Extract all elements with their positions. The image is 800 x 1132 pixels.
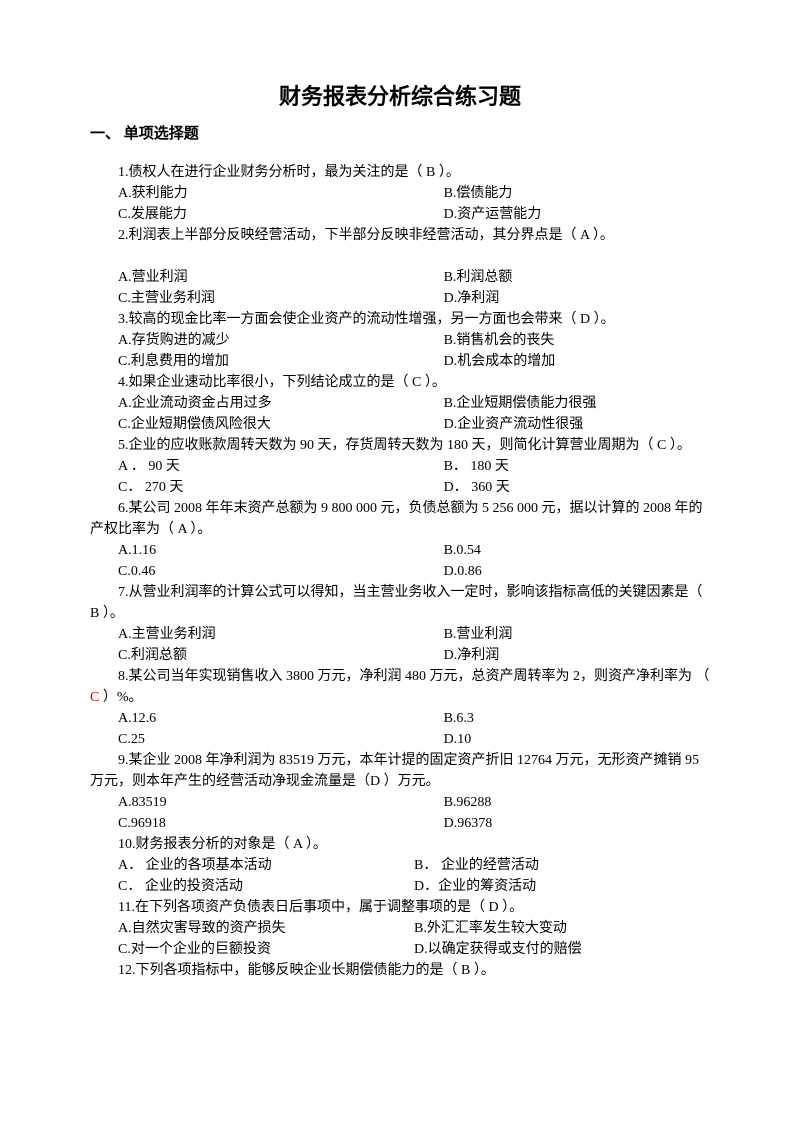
q8-text: 8.某公司当年实现销售收入 3800 万元，净利润 480 万元，总资产周转率为… <box>90 666 710 708</box>
q5-opt-b: B． 180 天 <box>444 456 710 477</box>
q10-opt-d: D．企业的筹资活动 <box>414 876 710 897</box>
q9-opt-a: A.83519 <box>118 792 444 813</box>
q9-opt-d: D.96378 <box>444 813 710 834</box>
q10-opt-c: C． 企业的投资活动 <box>118 876 414 897</box>
q2-opt-a: A.营业利润 <box>118 267 444 288</box>
q8-opt-d: D.10 <box>444 729 710 750</box>
q7-text: 7.从营业利润率的计算公式可以得知，当主营业务收入一定时，影响该指标高低的关键因… <box>90 582 710 624</box>
q10-opt-b: B． 企业的经营活动 <box>414 855 710 876</box>
q8-opt-a: A.12.6 <box>118 708 444 729</box>
q4-opt-a: A.企业流动资金占用过多 <box>118 393 444 414</box>
q2-opt-c: C.主营业务利润 <box>118 288 444 309</box>
q10-text: 10.财务报表分析的对象是（ A ）。 <box>90 834 710 855</box>
q4-opt-b: B.企业短期偿债能力很强 <box>444 393 710 414</box>
q11-opt-c: C.对一个企业的巨额投资 <box>118 939 414 960</box>
q2-opt-d: D.净利润 <box>444 288 710 309</box>
q1-opt-b: B.偿债能力 <box>444 183 710 204</box>
q9-opt-c: C.96918 <box>118 813 444 834</box>
q12-text: 12.下列各项指标中，能够反映企业长期偿债能力的是（ B ）。 <box>90 960 710 981</box>
q1-opt-c: C.发展能力 <box>118 204 444 225</box>
q4-opt-d: D.企业资产流动性很强 <box>444 414 710 435</box>
q3-opt-a: A.存货购进的减少 <box>118 330 444 351</box>
q7-opt-a: A.主营业务利润 <box>118 624 444 645</box>
q6-opt-c: C.0.46 <box>118 561 444 582</box>
q3-opt-b: B.销售机会的丧失 <box>444 330 710 351</box>
q8-answer: C <box>90 690 99 705</box>
q11-text: 11.在下列各项资产负债表日后事项中，属于调整事项的是（ D ）。 <box>90 897 710 918</box>
q4-opt-c: C.企业短期偿债风险很大 <box>118 414 444 435</box>
q6-opt-b: B.0.54 <box>444 540 710 561</box>
q7-opt-b: B.营业利润 <box>444 624 710 645</box>
q11-opt-a: A.自然灾害导致的资产损失 <box>118 918 414 939</box>
q3-text: 3.较高的现金比率一方面会使企业资产的流动性增强，另一方面也会带来（ D ）。 <box>90 309 710 330</box>
q5-opt-d: D． 360 天 <box>444 477 710 498</box>
q4-text: 4.如果企业速动比率很小，下列结论成立的是（ C ）。 <box>90 372 710 393</box>
q6-opt-d: D.0.86 <box>444 561 710 582</box>
q8-opt-c: C.25 <box>118 729 444 750</box>
q1-opt-a: A.获利能力 <box>118 183 444 204</box>
q11-opt-b: B.外汇汇率发生较大变动 <box>414 918 710 939</box>
q7-opt-d: D.净利润 <box>444 645 710 666</box>
q7-opt-c: C.利润总额 <box>118 645 444 666</box>
q9-opt-b: B.96288 <box>444 792 710 813</box>
section-heading: 一、 单项选择题 <box>90 123 710 146</box>
q6-opt-a: A.1.16 <box>118 540 444 561</box>
q9-text: 9.某企业 2008 年净利润为 83519 万元，本年计提的固定资产折旧 12… <box>90 750 710 792</box>
q5-text: 5.企业的应收账款周转天数为 90 天，存货周转天数为 180 天，则简化计算营… <box>90 435 710 456</box>
q2-opt-b: B.利润总额 <box>444 267 710 288</box>
q5-opt-a: A ． 90 天 <box>118 456 444 477</box>
q1-opt-d: D.资产运营能力 <box>444 204 710 225</box>
q10-opt-a: A． 企业的各项基本活动 <box>118 855 414 876</box>
q3-opt-d: D.机会成本的增加 <box>444 351 710 372</box>
q2-text: 2.利润表上半部分反映经营活动，下半部分反映非经营活动，其分界点是（ A ）。 <box>90 225 710 246</box>
page-title: 财务报表分析综合练习题 <box>90 80 710 113</box>
q8-opt-b: B.6.3 <box>444 708 710 729</box>
q3-opt-c: C.利息费用的增加 <box>118 351 444 372</box>
q5-opt-c: C． 270 天 <box>118 477 444 498</box>
q6-text: 6.某公司 2008 年年末资产总额为 9 800 000 元，负债总额为 5 … <box>90 498 710 540</box>
q11-opt-d: D.以确定获得或支付的赔偿 <box>414 939 710 960</box>
q1-text: 1.债权人在进行企业财务分析时，最为关注的是（ B ）。 <box>90 162 710 183</box>
